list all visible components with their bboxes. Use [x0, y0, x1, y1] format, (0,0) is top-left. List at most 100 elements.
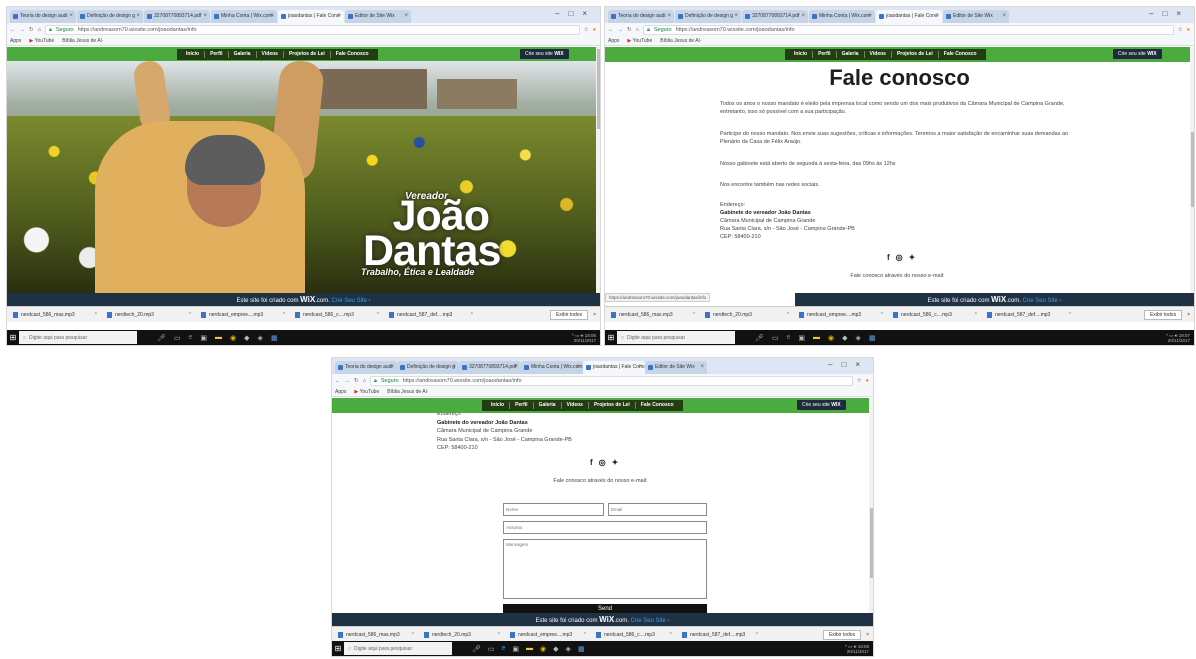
store-icon[interactable]: ▣: [798, 334, 805, 342]
taskbar-search[interactable]: ○ Digite aqui para pesquisar: [344, 642, 452, 655]
chrome-icon[interactable]: ◉: [828, 334, 834, 342]
forward-icon[interactable]: →: [345, 378, 351, 384]
taskbar-search[interactable]: ○ Digite aqui para pesquisar: [617, 331, 735, 344]
close-icon[interactable]: ×: [667, 10, 671, 23]
mic-icon[interactable]: 🎤︎: [472, 645, 481, 653]
window-controls[interactable]: –□×: [1149, 9, 1190, 18]
forward-icon[interactable]: →: [20, 27, 26, 33]
name-input[interactable]: [503, 503, 604, 516]
download-item[interactable]: nerdcast_586_mas.mp3 ^: [611, 311, 705, 318]
download-item[interactable]: nerdcast_586_mas.mp3 ^: [13, 311, 107, 318]
taskbar-search[interactable]: ○ Digite aqui para pesquisar: [19, 331, 137, 344]
page-scrollbar[interactable]: [596, 47, 600, 293]
menu-item-galeria[interactable]: Galeria: [534, 402, 562, 409]
download-item[interactable]: nerdtech_20.mp3 ^: [705, 311, 799, 318]
close-icon[interactable]: ×: [866, 632, 869, 638]
star-icon[interactable]: ☆: [1178, 27, 1183, 33]
back-icon[interactable]: ←: [335, 378, 341, 384]
home-icon[interactable]: ⌂: [363, 378, 366, 384]
close-icon[interactable]: ×: [203, 10, 207, 23]
browser-tab-active[interactable]: joaodantas | Fale Cono ×: [876, 10, 942, 23]
close-icon[interactable]: ×: [593, 312, 596, 318]
browser-tab[interactable]: Teoria do design audi ×: [608, 10, 674, 23]
browser-tab[interactable]: 32708770893714.pdf ×: [459, 361, 521, 374]
browser-tab[interactable]: Editor de Site Wix ×: [345, 10, 411, 23]
menu-item-videos[interactable]: Vídeos: [865, 51, 892, 58]
back-icon[interactable]: ←: [10, 27, 16, 33]
download-item[interactable]: nerdtech_20.mp3 ^: [424, 631, 510, 638]
bookmark-apps[interactable]: Apps: [335, 389, 346, 395]
reload-icon[interactable]: ↻: [354, 378, 359, 384]
show-all-button[interactable]: Exibir todos: [549, 309, 589, 320]
browser-tab[interactable]: Editor de Site Wix ×: [645, 361, 707, 374]
menu-icon[interactable]: ●: [866, 378, 869, 384]
menu-icon[interactable]: ●: [1187, 27, 1190, 33]
twitter-icon[interactable]: ✦: [909, 253, 922, 262]
menu-item-fale-conosco[interactable]: Fale Conosco: [636, 402, 679, 409]
mic-icon[interactable]: 🎤︎: [157, 334, 166, 342]
edge-icon[interactable]: e: [502, 645, 506, 653]
app-icon[interactable]: ◈: [566, 645, 571, 653]
windows-start-icon[interactable]: ⊞: [7, 330, 19, 345]
close-icon[interactable]: ×: [801, 10, 805, 23]
download-item[interactable]: nerdcast_586_c....mp3 ^: [295, 311, 389, 318]
url-input[interactable]: 🔒︎ Seguro https://andreasom70.wixsite.com/…: [642, 25, 1174, 35]
app-icon[interactable]: ◆: [244, 334, 249, 342]
wix-banner[interactable]: Este site foi criado com WiX.com. Crie S…: [795, 293, 1194, 306]
close-icon[interactable]: ×: [390, 361, 394, 374]
menu-icon[interactable]: ●: [593, 27, 596, 33]
close-icon[interactable]: ×: [136, 10, 140, 23]
browser-tab-active[interactable]: joaodantas | Fale Cono ×: [278, 10, 344, 23]
system-tray[interactable]: ^ ▭ 🔊︎ 18:07 20/11/2017: [1166, 333, 1190, 343]
reload-icon[interactable]: ↻: [29, 27, 34, 33]
page-scrollbar[interactable]: [1190, 47, 1194, 293]
menu-item-perfil[interactable]: Perfil: [510, 402, 534, 409]
forward-icon[interactable]: →: [618, 27, 624, 33]
page-scrollbar[interactable]: [869, 398, 873, 613]
window-controls[interactable]: –□×: [555, 9, 596, 18]
app-icon[interactable]: ▦: [578, 645, 585, 653]
instagram-icon[interactable]: ◎: [896, 253, 909, 262]
menu-item-videos[interactable]: Vídeos: [257, 51, 284, 58]
app-icon[interactable]: ◈: [258, 334, 263, 342]
create-site-button[interactable]: Crie seu site WIX: [1113, 49, 1162, 59]
create-site-button[interactable]: Crie seu site WIX: [520, 49, 569, 59]
bookmark-bible[interactable]: Bíblia Jesus de Al·: [387, 389, 428, 395]
menu-item-projetos[interactable]: Projetos de Lei: [892, 51, 939, 58]
browser-tab[interactable]: Teoria do design audi ×: [10, 10, 76, 23]
browser-tab[interactable]: Definição de design g ×: [77, 10, 143, 23]
close-icon[interactable]: ×: [935, 10, 939, 23]
home-icon[interactable]: ⌂: [636, 27, 639, 33]
system-tray[interactable]: ^ ▭ 🔊︎ 18:06 20/11/2017: [572, 333, 596, 343]
edge-icon[interactable]: e: [189, 334, 193, 342]
explorer-icon[interactable]: ▬: [813, 334, 820, 342]
message-textarea[interactable]: [503, 539, 707, 599]
download-item[interactable]: nerdcast_empree....mp3 ^: [510, 631, 596, 638]
create-site-button[interactable]: Crie seu site WIX: [797, 400, 846, 410]
menu-item-galeria[interactable]: Galeria: [837, 51, 865, 58]
close-icon[interactable]: ×: [700, 361, 704, 374]
browser-tab[interactable]: Editor de Site Wix ×: [943, 10, 1009, 23]
close-icon[interactable]: ×: [1187, 312, 1190, 318]
wix-banner[interactable]: Este site foi criado com WiX.com. Crie S…: [332, 613, 873, 626]
download-item[interactable]: nerdtech_20.mp3 ^: [107, 311, 201, 318]
menu-item-inicio[interactable]: Início: [486, 402, 511, 409]
download-item[interactable]: nerdcast_586_mas.mp3 ^: [338, 631, 424, 638]
url-input[interactable]: 🔒︎ Seguro https://andreasom70.wixsite.com/…: [369, 376, 853, 386]
subject-input[interactable]: [503, 521, 707, 534]
close-icon[interactable]: ×: [69, 10, 73, 23]
explorer-icon[interactable]: ▬: [526, 645, 533, 653]
taskview-icon[interactable]: ▭: [488, 645, 495, 653]
browser-tab[interactable]: Minha Conta | Wix.com ×: [211, 10, 277, 23]
edge-icon[interactable]: e: [787, 334, 791, 342]
close-icon[interactable]: ×: [638, 361, 642, 374]
menu-item-perfil[interactable]: Perfil: [813, 51, 837, 58]
bookmark-youtube[interactable]: ▶ YouTube: [29, 38, 54, 44]
show-all-button[interactable]: Exibir todos: [822, 629, 862, 640]
menu-item-videos[interactable]: Vídeos: [562, 402, 589, 409]
close-icon[interactable]: ×: [337, 10, 341, 23]
close-icon[interactable]: ×: [452, 361, 456, 374]
wix-banner[interactable]: Este site foi criado com WiX.com. Crie S…: [7, 293, 600, 306]
bookmark-apps[interactable]: Apps: [10, 38, 21, 44]
browser-tab-active[interactable]: joaodantas | Fale Cono ×: [583, 361, 645, 374]
